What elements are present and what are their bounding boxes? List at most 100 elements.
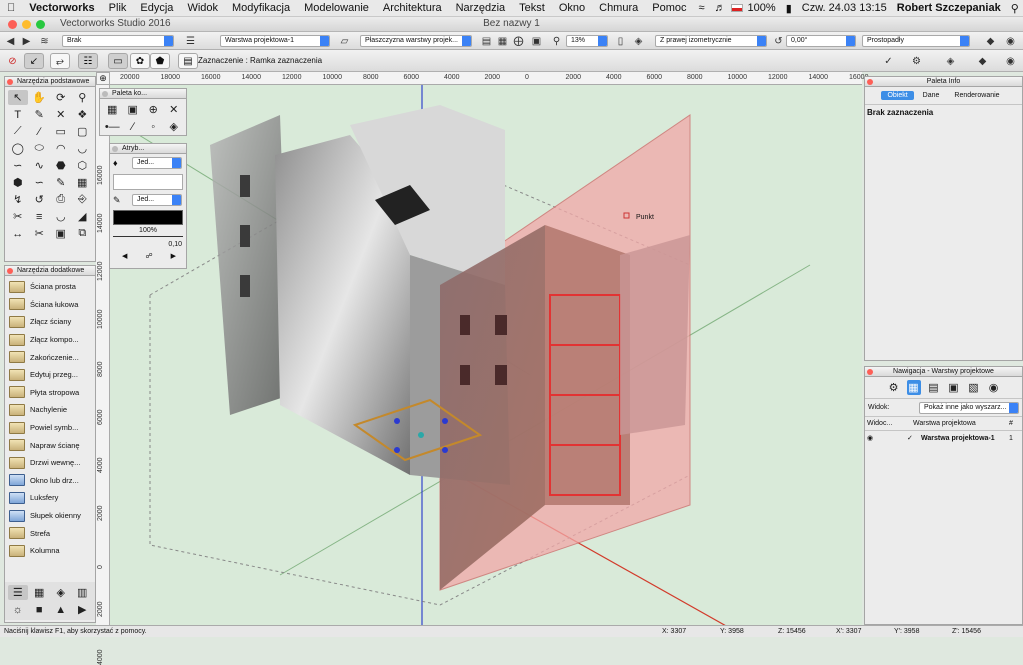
tool-end-cap[interactable]: Zakończenie... — [5, 348, 95, 366]
rounded-rectangle-tool[interactable]: ▢ — [73, 124, 93, 139]
tool-glass-block[interactable]: Luksfery — [5, 489, 95, 507]
menu-modelowanie[interactable]: Modelowanie — [297, 2, 376, 14]
lighting-icon[interactable]: ◈ — [632, 35, 645, 48]
close-palette-button[interactable] — [867, 79, 873, 85]
nav-views-icon[interactable]: ▣ — [947, 380, 961, 395]
flyover-tool[interactable]: ⟳ — [51, 90, 71, 105]
eyedropper-tool[interactable]: ✎ — [51, 175, 71, 190]
flag-icon[interactable] — [730, 4, 743, 12]
tool-wall-straight[interactable]: Ściana prosta — [5, 278, 95, 296]
rotation-field[interactable]: 0,00° — [786, 35, 856, 47]
callout-tool[interactable]: ✎ — [30, 107, 50, 122]
arrowheads-row[interactable]: ◀ ☍ ▶ — [113, 252, 185, 262]
tool-edit-section[interactable]: Edytuj przeg... — [5, 366, 95, 384]
menu-narzedzia[interactable]: Narzędzia — [449, 2, 513, 14]
close-palette-button[interactable] — [867, 369, 873, 375]
tool-mullion[interactable]: Słupek okienny — [5, 507, 95, 525]
dimension-tool[interactable]: ↔ — [8, 226, 28, 241]
fill-style-select[interactable]: Jed... — [132, 157, 182, 169]
render-mode-icon[interactable]: ▯ — [614, 35, 627, 48]
user-name[interactable]: Robert Szczepaniak — [892, 2, 1006, 14]
search-icon[interactable]: ⚲ — [1006, 2, 1023, 15]
nav-classes-icon[interactable]: ⚙ — [887, 380, 901, 395]
rotation-icon[interactable]: ↺ — [772, 35, 785, 48]
menu-pomoc[interactable]: Pomoc — [645, 2, 693, 14]
fill-swatch[interactable] — [113, 174, 183, 190]
tool-component-join[interactable]: Złącz kompo... — [5, 331, 95, 349]
menu-modyfikacja[interactable]: Modyfikacja — [225, 2, 297, 14]
battery-percent[interactable]: 100% — [743, 2, 781, 14]
freehand-tool[interactable]: ∽ — [8, 158, 28, 173]
tab-obiekt[interactable]: Obiekt — [881, 91, 914, 100]
layer-icon[interactable]: ☰ — [184, 35, 197, 48]
forward-icon[interactable]: ▶ — [20, 35, 33, 48]
check-icon[interactable]: ✓ — [907, 434, 921, 442]
layer-row[interactable]: ◉ ✓ Warstwa projektowa-1 1 — [865, 431, 1022, 445]
zoom-icon[interactable]: ⚲ — [550, 35, 563, 48]
layer-select[interactable]: Warstwa projektowa-1 — [220, 35, 330, 47]
projection-select[interactable]: Prostopadły — [862, 35, 970, 47]
selection-mode-button[interactable]: ↙ — [24, 53, 44, 69]
visibility-icon[interactable]: ◉ — [1004, 55, 1017, 68]
set-site-icon[interactable]: ◈ — [51, 585, 71, 600]
view-select[interactable]: Z prawej izometrycznie — [655, 35, 767, 47]
section-tool[interactable]: ▣ — [51, 226, 71, 241]
split-tool[interactable]: ✂ — [30, 226, 50, 241]
snapshot-icon[interactable]: ▣ — [530, 35, 543, 48]
delete-tool[interactable]: ✕ — [51, 107, 71, 122]
menu-app[interactable]: Vectorworks — [22, 2, 101, 14]
col-layer[interactable]: Warstwa projektowa — [913, 420, 1009, 427]
menu-chmura[interactable]: Chmura — [592, 2, 645, 14]
rotate-tool[interactable]: ↺ — [30, 192, 50, 207]
connect-tool[interactable]: ⎆ — [73, 192, 93, 207]
tool-space[interactable]: Strefa — [5, 524, 95, 542]
set-furniture-icon[interactable]: ■ — [30, 602, 50, 617]
disable-snap-icon[interactable]: ⊘ — [6, 55, 19, 68]
tool-window[interactable]: Okno lub drz... — [5, 472, 95, 490]
render-options-icon[interactable]: ◆ — [984, 35, 997, 48]
close-palette-button[interactable] — [7, 79, 13, 85]
snap-tangent-icon[interactable]: ∕ — [124, 119, 143, 134]
surface-icon[interactable]: ◈ — [944, 55, 957, 68]
close-palette-button[interactable] — [102, 91, 108, 97]
tool-column[interactable]: Kolumna — [5, 542, 95, 560]
class-select[interactable]: Brak — [62, 35, 174, 47]
plane-select[interactable]: Płaszczyzna warstwy projek... — [360, 35, 472, 47]
nav-references-icon[interactable]: ▧ — [967, 380, 981, 395]
line-tool[interactable]: ⟋ — [8, 124, 28, 139]
snap-object-icon[interactable]: ▣ — [124, 102, 143, 117]
selection-tool[interactable]: ↖ — [8, 90, 28, 105]
menu-tekst[interactable]: Tekst — [512, 2, 552, 14]
tool-door[interactable]: Drzwi wewnę... — [5, 454, 95, 472]
offset-tool[interactable]: ≡ — [30, 209, 50, 224]
set-lighting-icon[interactable]: ☼ — [8, 602, 28, 617]
zoom-select[interactable]: 13% — [566, 35, 608, 47]
set-detail-icon[interactable]: ▥ — [73, 585, 93, 600]
set-3d-icon[interactable]: ▲ — [51, 602, 71, 617]
menu-okno[interactable]: Okno — [552, 2, 592, 14]
clip-tool[interactable]: ✂ — [8, 209, 28, 224]
text-tool[interactable]: T — [8, 107, 28, 122]
menu-edycja[interactable]: Edycja — [133, 2, 180, 14]
clock[interactable]: Czw. 24.03 13:15 — [797, 2, 892, 14]
nav-sheets-icon[interactable]: ▤ — [927, 380, 941, 395]
close-palette-button[interactable] — [112, 146, 118, 152]
snap-grid-icon[interactable]: ▦ — [103, 102, 122, 117]
arc-tool[interactable]: ◠ — [51, 141, 71, 156]
set-more-icon[interactable]: ▶ — [73, 602, 93, 617]
reshape-tool[interactable]: ↯ — [8, 192, 28, 207]
pen-swatch[interactable] — [113, 210, 183, 225]
snap-angle-icon[interactable]: ✕ — [165, 102, 184, 117]
marker-start-icon[interactable]: ◀ — [122, 252, 127, 262]
snap-point-icon[interactable]: ◦ — [144, 119, 163, 134]
stake-tool[interactable]: ⧉ — [73, 226, 93, 241]
wifi-icon[interactable]: ≈ — [694, 2, 710, 14]
drawing-canvas[interactable]: Punkt — [110, 85, 862, 625]
nav-layers-icon[interactable]: ▦ — [906, 380, 921, 395]
attribute-mapping-tool[interactable]: ▦ — [73, 175, 93, 190]
tool-slab[interactable]: Płyta stropowa — [5, 384, 95, 402]
lasso-marquee-button[interactable]: ✿ — [130, 53, 150, 69]
volume-icon[interactable]: ♬ — [710, 2, 731, 14]
push-pull-tool[interactable]: ❖ — [73, 107, 93, 122]
camera-icon[interactable]: ◉ — [1004, 35, 1017, 48]
